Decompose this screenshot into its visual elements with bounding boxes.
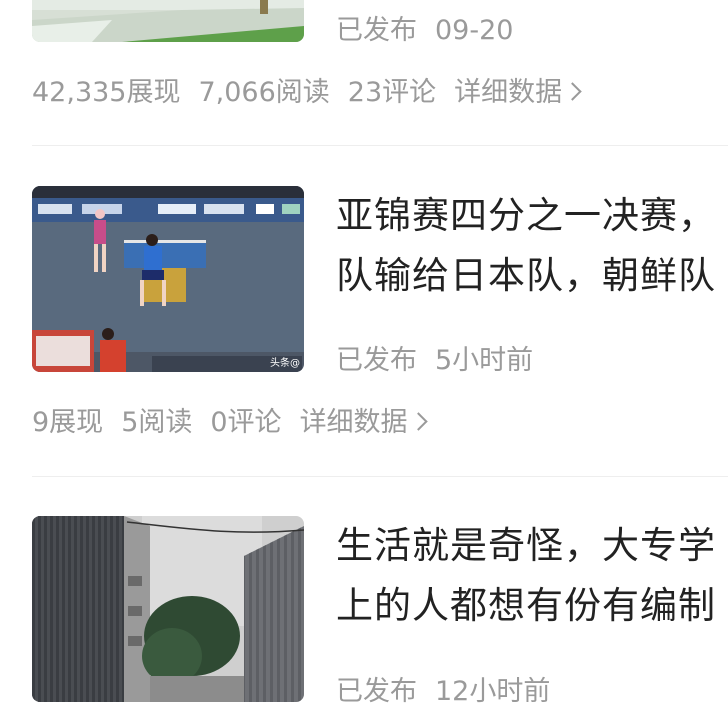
publish-time: 09-20 <box>435 15 514 46</box>
article-thumbnail[interactable] <box>32 0 304 42</box>
publish-status: 已发布 5小时前 <box>336 338 533 377</box>
article-stats: 42,335展现 7,066阅读 23评论 详细数据 <box>32 70 582 109</box>
publish-status: 已发布 09-20 <box>336 8 513 47</box>
detail-data-link[interactable]: 详细数据 <box>299 407 428 438</box>
article-title-line: 亚锦赛四分之一决赛， <box>336 194 716 237</box>
status-label: 已发布 <box>336 676 417 707</box>
status-label: 已发布 <box>336 15 417 46</box>
divider <box>32 145 728 146</box>
status-label: 已发布 <box>336 345 417 376</box>
article-thumbnail[interactable]: 头条@ <box>32 186 304 372</box>
article-stats: 9展现 5阅读 0评论 详细数据 <box>32 400 428 439</box>
comments-count: 23评论 <box>347 77 437 108</box>
divider <box>32 476 728 477</box>
detail-data-label: 详细数据 <box>299 407 408 438</box>
publish-time: 5小时前 <box>435 345 534 376</box>
park-path-image <box>32 0 304 42</box>
article-title-line: 生活就是奇怪，大专学 <box>336 524 716 567</box>
detail-data-link[interactable]: 详细数据 <box>454 77 582 108</box>
table-tennis-match-image: 头条@ <box>32 186 304 372</box>
article-title[interactable]: 生活就是奇怪，大专学 上的人都想有份有编制 <box>336 516 716 636</box>
alley-street-image <box>32 516 304 702</box>
detail-data-label: 详细数据 <box>454 77 563 108</box>
article-title[interactable]: 亚锦赛四分之一决赛， 队输给日本队，朝鲜队 <box>336 186 716 306</box>
chevron-right-icon <box>563 82 582 101</box>
reads-count: 7,066阅读 <box>198 77 330 108</box>
article-title-line: 队输给日本队，朝鲜队 <box>336 254 716 297</box>
reads-count: 5阅读 <box>121 407 193 438</box>
publish-time: 12小时前 <box>435 676 551 707</box>
impressions-count: 9展现 <box>32 407 104 438</box>
chevron-right-icon <box>408 412 428 431</box>
comments-count: 0评论 <box>210 407 282 438</box>
impressions-count: 42,335展现 <box>32 77 181 108</box>
publish-status: 已发布 12小时前 <box>336 669 550 708</box>
article-title-line: 上的人都想有份有编制 <box>336 584 716 627</box>
thumbnail-watermark: 头条@ <box>270 356 300 369</box>
article-thumbnail[interactable] <box>32 516 304 702</box>
